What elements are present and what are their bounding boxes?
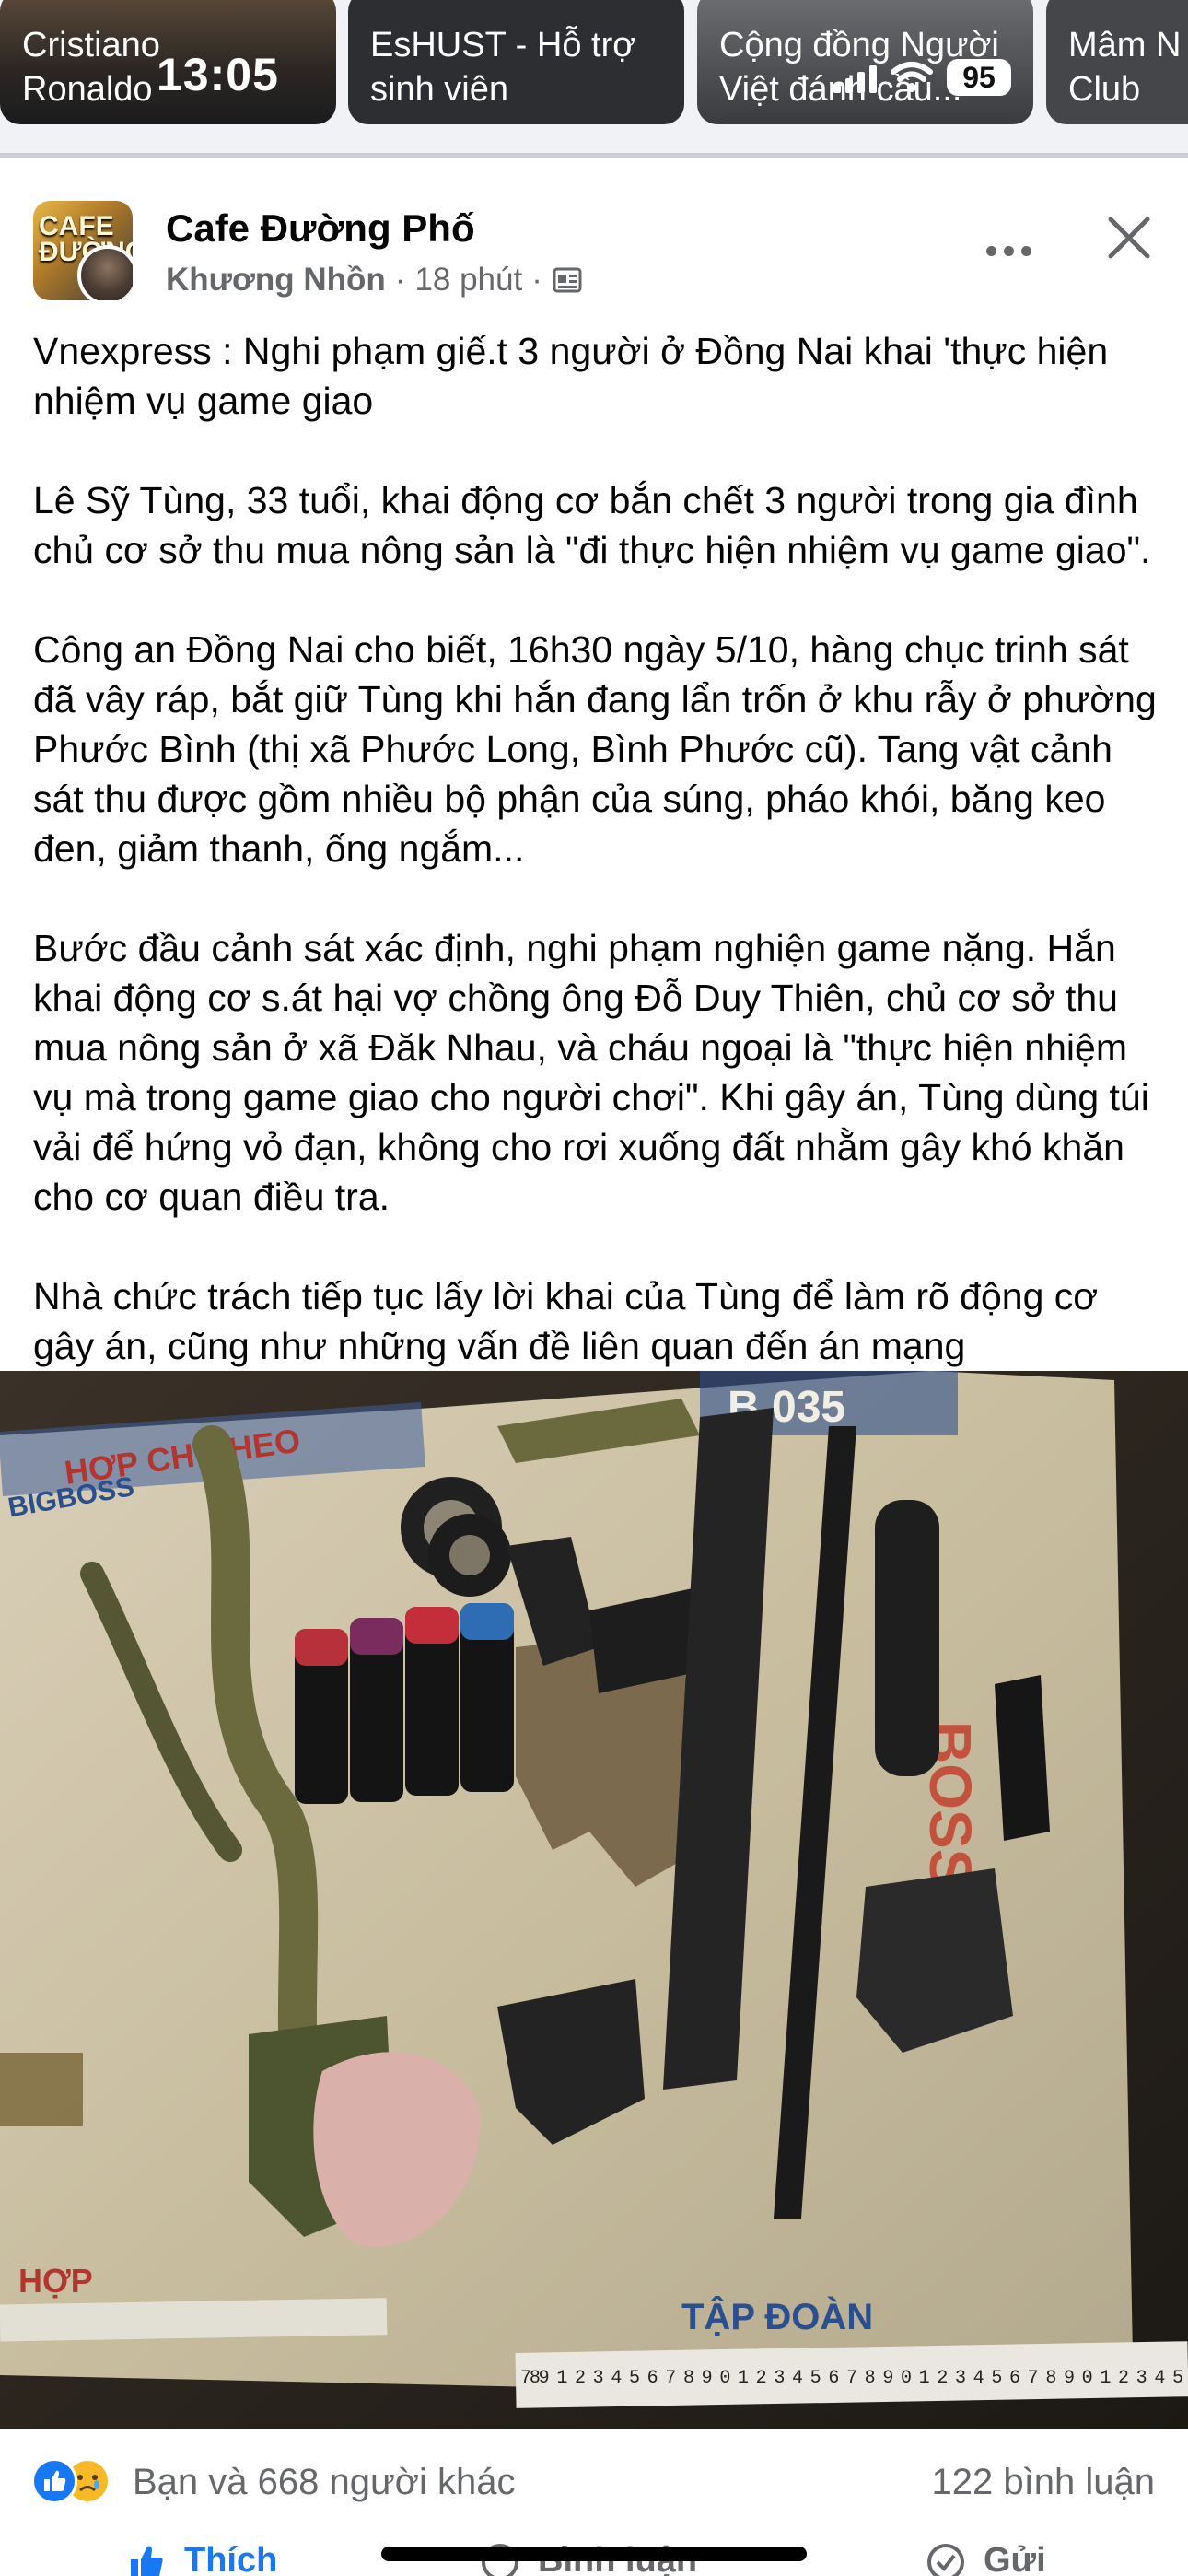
reaction-summary[interactable]: Bạn và 668 người khác [133, 2462, 516, 2503]
author-avatar[interactable] [77, 245, 133, 300]
page-avatar[interactable]: CAFE ĐƯỜNG [33, 201, 133, 300]
like-label: Thích [184, 2541, 278, 2576]
more-dot [1003, 245, 1014, 256]
stories-strip: Cristiano Ronaldo EsHUST - Hỗ trợ sinh v… [0, 0, 1188, 158]
wifi-icon [890, 61, 934, 94]
more-options-button[interactable] [974, 223, 1042, 278]
divider [0, 153, 1188, 158]
post-paragraph: Bước đầu cảnh sát xác định, nghi phạm ng… [33, 927, 1149, 1218]
story-label: EsHUST - Hỗ trợ sinh viên [370, 26, 636, 109]
more-dot [985, 245, 996, 256]
story-card[interactable]: Mâm N Club [1046, 0, 1188, 124]
post-text: Vnexpress : Nghi phạm giế.t 3 người ở Đồ… [33, 326, 1166, 1371]
post-photo[interactable]: HỢP CHO HEO BIGBOSS B 035 BOSS HỢP TẬP Đ… [0, 1371, 1188, 2429]
send-button[interactable]: Gửi [925, 2541, 1046, 2576]
post-paragraph: Vnexpress : Nghi phạm giế.t 3 người ở Đồ… [33, 330, 1109, 422]
page-name[interactable]: Cafe Đường Phố [166, 206, 475, 251]
meta-separator: · [394, 262, 406, 298]
like-button[interactable]: Thích [125, 2541, 277, 2576]
post-paragraph: Nhà chức trách tiếp tục lấy lời khai của… [33, 1275, 1099, 1367]
ruler-text: 789 1 2 3 4 5 6 7 8 9 0 1 2 3 4 5 6 7 8 … [520, 2368, 1183, 2389]
group-audience-icon [553, 267, 582, 293]
more-dot [1020, 245, 1031, 256]
like-reaction-icon [31, 2458, 77, 2504]
post-header: CAFE ĐƯỜNG Cafe Đường Phố Khương Nhồn · … [0, 170, 1188, 317]
author-name[interactable]: Khương Nhồn [166, 262, 386, 299]
story-label: Mâm N Club [1068, 26, 1182, 109]
battery-icon: 95 [947, 59, 1011, 96]
post-paragraph: Công an Đồng Nai cho biết, 16h30 ngày 5/… [33, 628, 1157, 870]
cellular-signal-icon [833, 62, 877, 93]
meta-separator: · [531, 262, 542, 298]
evidence-photo: HỢP CHO HEO BIGBOSS B 035 BOSS HỢP TẬP Đ… [0, 1371, 1188, 2429]
status-icons: 95 [833, 55, 1011, 100]
reaction-icons[interactable] [31, 2458, 111, 2506]
reaction-bar: Bạn và 668 người khác 122 bình luận [0, 2429, 1188, 2530]
comment-count[interactable]: 122 bình luận [932, 2462, 1155, 2503]
thumbs-up-icon [131, 2546, 163, 2576]
post-meta: Khương Nhồn · 18 phút · [166, 262, 583, 299]
send-label: Gửi [984, 2541, 1046, 2576]
status-time: 13:05 [157, 49, 279, 100]
send-icon [927, 2544, 964, 2576]
home-indicator[interactable] [381, 2547, 807, 2561]
post-paragraph: Lê Sỹ Tùng, 33 tuổi, khai động cơ bắn ch… [33, 479, 1151, 571]
sack-print-text: HỢP [18, 2262, 93, 2300]
sack-print-text: TẬP ĐOÀN [681, 2295, 873, 2337]
close-icon[interactable] [1101, 210, 1157, 265]
post-time[interactable]: 18 phút [414, 262, 522, 299]
story-card[interactable]: EsHUST - Hỗ trợ sinh viên [348, 0, 684, 124]
